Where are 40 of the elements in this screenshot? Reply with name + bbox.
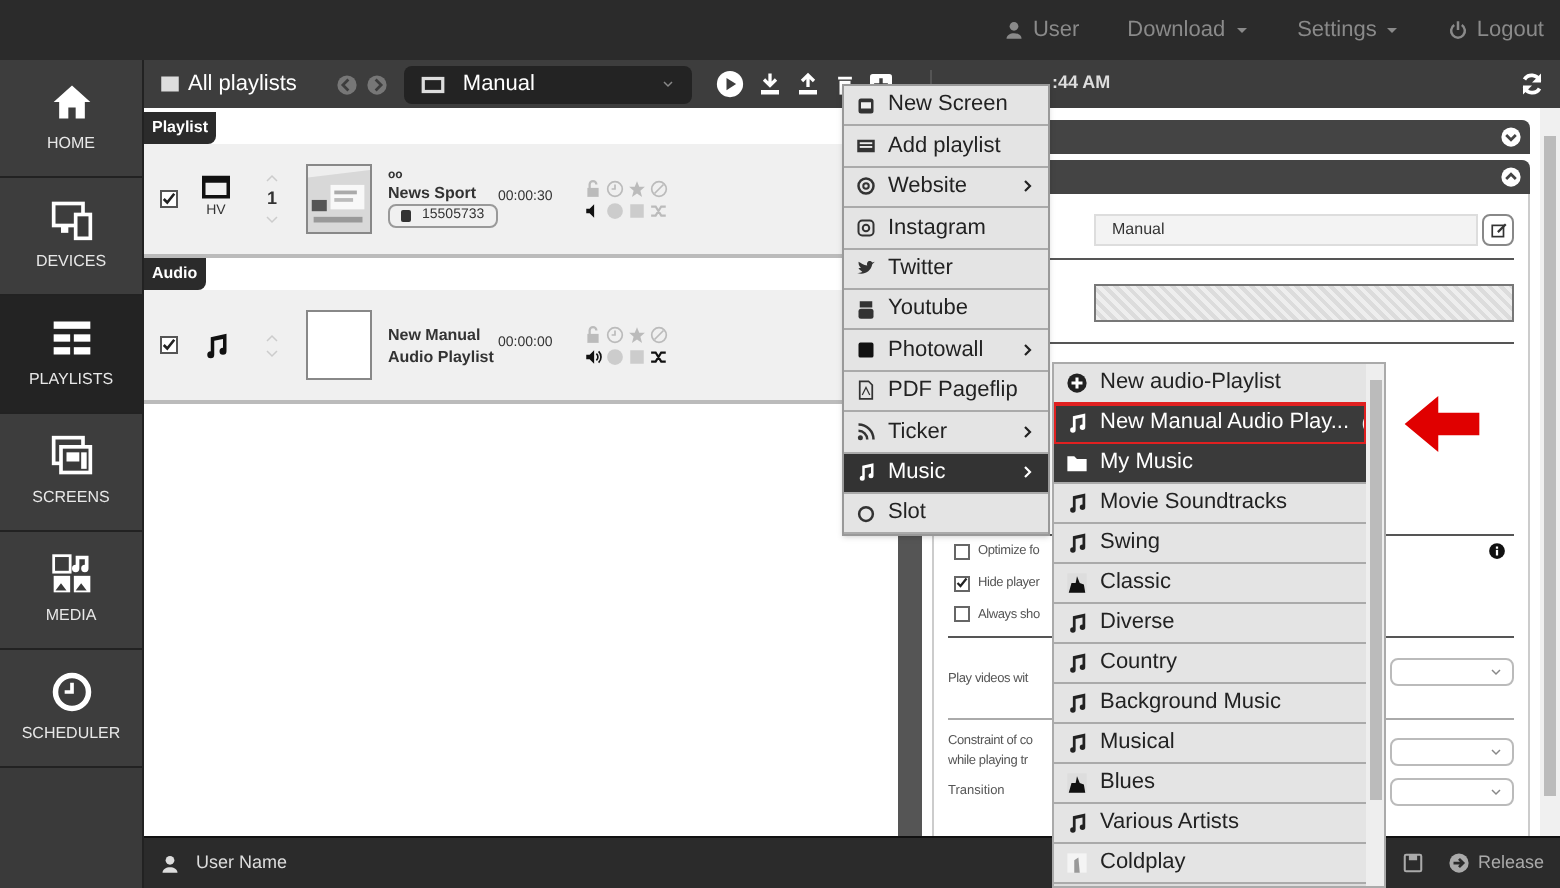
download-menu[interactable]: Download <box>1127 13 1250 47</box>
submenu-item[interactable]: Background Music <box>1054 684 1366 724</box>
menu-item[interactable]: Music <box>844 453 1048 494</box>
submenu-item[interactable]: Swing <box>1054 524 1366 564</box>
playlist-title: New Manual Audio Playlist <box>388 323 496 367</box>
settings-menu[interactable]: Settings <box>1297 13 1401 47</box>
name-field[interactable]: Manual <box>1094 214 1478 246</box>
submenu-item[interactable]: New Manual Audio Play... <box>1054 404 1366 444</box>
submenu-item[interactable]: My Music <box>1054 444 1366 484</box>
playlist-select[interactable]: Manual <box>404 65 693 103</box>
menu-item[interactable]: New Screen <box>844 86 1048 127</box>
menu-item[interactable]: Youtube <box>844 289 1048 331</box>
logout-link[interactable]: Logout <box>1448 13 1544 47</box>
submenu-item[interactable]: Musical <box>1054 724 1366 764</box>
timestamp: :44 AM <box>1052 70 1111 97</box>
submenu-item[interactable]: Coldplay <box>1054 844 1366 884</box>
sidebar-item[interactable]: PLAYLISTS <box>0 296 142 414</box>
menu-item[interactable]: Slot <box>844 493 1048 535</box>
submenu-item[interactable]: Movie Soundtracks <box>1054 484 1366 524</box>
order-number: 1 <box>266 185 277 212</box>
release-button[interactable]: Release <box>1447 849 1544 877</box>
playlist-title: News Sport <box>388 181 479 204</box>
menu-item[interactable]: Instagram <box>844 208 1048 250</box>
submenu-item[interactable]: Classic <box>1054 564 1366 604</box>
menu-item[interactable]: Website <box>844 167 1048 209</box>
submenu-item[interactable]: New audio-Playlist <box>1054 364 1366 404</box>
menu-item[interactable]: Twitter <box>844 249 1048 290</box>
submenu-item[interactable]: Various Artists <box>1054 804 1366 844</box>
menu-item[interactable]: PDF Pageflip <box>844 371 1048 413</box>
user-name: User Name <box>160 849 288 877</box>
submenu-item[interactable]: Country <box>1054 644 1366 684</box>
menu-item[interactable]: Ticker <box>844 412 1048 454</box>
all-playlists-link[interactable]: All playlists <box>160 67 297 101</box>
submenu-item[interactable]: Diverse <box>1054 604 1366 644</box>
section-label: Audio <box>144 258 206 290</box>
user-menu[interactable]: User <box>1004 13 1080 47</box>
menu-item[interactable]: Photowall <box>844 330 1048 372</box>
section-label: Playlist <box>144 112 217 144</box>
menu-item[interactable]: Add playlist <box>844 126 1048 168</box>
submenu-item[interactable]: Blues <box>1054 764 1366 804</box>
